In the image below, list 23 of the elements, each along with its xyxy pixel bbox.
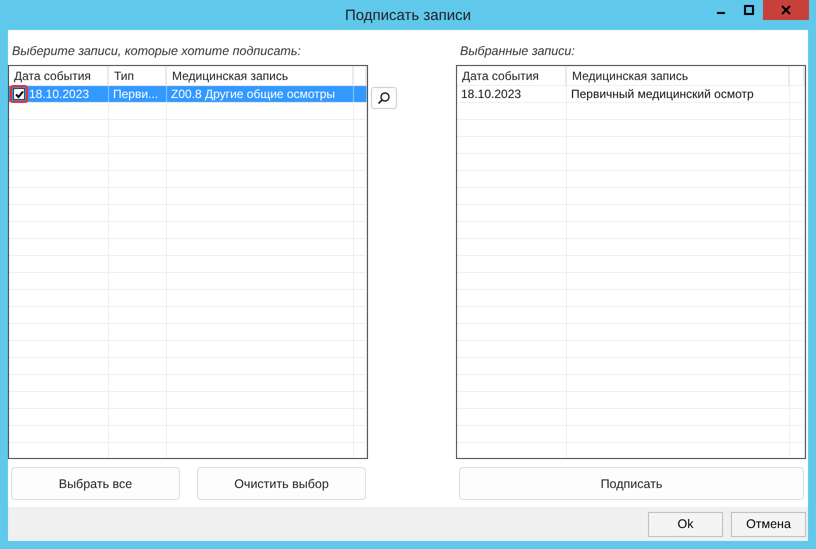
table-cell: 18.10.2023 [461,87,522,101]
search-icon [377,91,391,105]
column-header[interactable]: Дата события [457,66,567,86]
action-button[interactable]: Очистить выбор [197,467,366,500]
section-label: Выберите записи, которые хотите подписать: [11,43,302,60]
maximize-icon [744,5,754,15]
checkbox[interactable] [13,88,25,100]
table-cell: 18.10.2023 [29,87,90,101]
table-cell: Перви... [113,87,158,101]
column-header[interactable]: Медицинская запись [567,66,790,86]
window-title: Подписать записи [344,6,471,24]
search-button[interactable] [371,87,397,109]
section-label: Выбранные записи: [459,43,576,60]
dialog-button[interactable]: Ok [648,512,723,536]
action-button[interactable]: Подписать [459,467,804,500]
action-button[interactable]: Выбрать все [11,467,180,500]
table-cell: Z00.8 Другие общие осмотры [171,87,336,101]
close-button[interactable] [763,0,809,20]
close-icon [781,5,791,15]
dialog-button[interactable]: Отмена [731,512,806,536]
table-cell: Первичный медицинский осмотр [571,87,754,101]
minimize-icon [716,12,724,14]
table-row[interactable]: 18.10.2023 Первичный медицинский осмотр [457,86,805,103]
